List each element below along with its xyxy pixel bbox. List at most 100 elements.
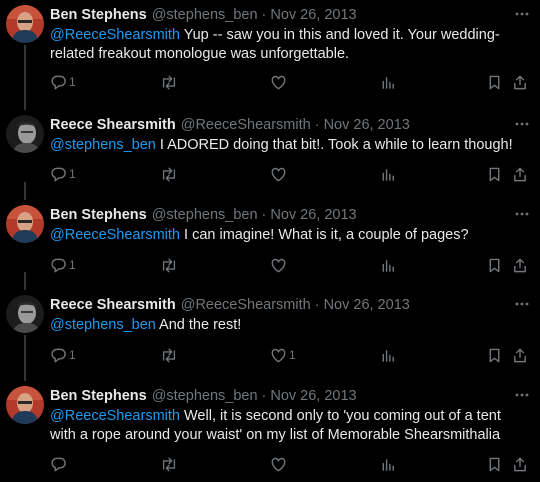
avatar-image [6,386,44,424]
avatar-ben-stephens[interactable] [6,205,44,243]
reply-icon [50,347,67,364]
reply-button[interactable] [50,454,69,474]
tweet-header: Reece Shearsmith @ReeceShearsmith · Nov … [50,296,410,314]
share-button[interactable] [512,72,528,92]
views-button[interactable] [380,255,396,275]
bookmark-icon [487,257,502,274]
share-icon [512,347,528,364]
share-icon [512,456,528,473]
reply-button[interactable]: 1 [50,164,76,184]
bookmark-button[interactable] [487,255,502,275]
author-name[interactable]: Ben Stephens [50,206,147,224]
mention-link[interactable]: @ReeceShearsmith [50,227,180,243]
reply-button[interactable]: 1 [50,72,76,92]
views-button[interactable] [380,454,396,474]
avatar-ben-stephens[interactable] [6,5,44,43]
bookmark-button[interactable] [487,454,502,474]
separator-dot: · [261,207,267,223]
thread-connector-line [24,335,26,381]
separator-dot: · [314,117,320,133]
share-button[interactable] [512,255,528,275]
author-name[interactable]: Ben Stephens [50,387,147,405]
author-name[interactable]: Reece Shearsmith [50,116,176,134]
views-chart-icon [380,456,396,473]
reply-button[interactable]: 1 [50,345,76,365]
like-button[interactable] [270,255,289,275]
share-button[interactable] [512,345,528,365]
more-options-icon[interactable] [514,6,530,22]
views-button[interactable] [380,345,396,365]
author-handle[interactable]: @stephens_ben [152,206,258,224]
author-name[interactable]: Ben Stephens [50,6,147,24]
avatar-ben-stephens[interactable] [6,386,44,424]
author-handle[interactable]: @ReeceShearsmith [181,116,311,134]
like-button[interactable] [270,72,289,92]
heart-icon [270,456,287,473]
separator-dot: · [314,297,320,313]
retweet-button[interactable] [160,255,178,275]
mention-link[interactable]: @ReeceShearsmith [50,408,180,424]
tweet-date[interactable]: Nov 26, 2013 [324,296,410,314]
bookmark-button[interactable] [487,72,502,92]
reply-count: 1 [69,348,76,362]
views-chart-icon [380,257,396,274]
tweet-date[interactable]: Nov 26, 2013 [270,6,356,24]
reply-count: 1 [69,167,76,181]
retweet-icon [160,456,178,473]
thread-connector-line [24,182,26,200]
thread-connector-line [24,45,26,91]
reply-count: 1 [69,75,76,89]
heart-icon [270,166,287,183]
author-name[interactable]: Reece Shearsmith [50,296,176,314]
tweet-2[interactable]: Reece Shearsmith @ReeceShearsmith · Nov … [0,91,540,201]
author-handle[interactable]: @stephens_ben [152,6,258,24]
avatar-image [6,205,44,243]
tweet-4[interactable]: Reece Shearsmith @ReeceShearsmith · Nov … [0,272,540,381]
avatar-reece-shearsmith[interactable] [6,295,44,333]
views-button[interactable] [380,164,396,184]
mention-link[interactable]: @stephens_ben [50,317,156,333]
retweet-button[interactable] [160,345,178,365]
author-handle[interactable]: @ReeceShearsmith [181,296,311,314]
mention-link[interactable]: @stephens_ben [50,137,156,153]
avatar-image [6,295,44,333]
share-button[interactable] [512,164,528,184]
reply-button[interactable]: 1 [50,255,76,275]
retweet-button[interactable] [160,454,178,474]
share-icon [512,166,528,183]
tweet-header: Ben Stephens @stephens_ben · Nov 26, 201… [50,206,357,224]
heart-icon [270,74,287,91]
tweet-1[interactable]: Ben Stephens @stephens_ben · Nov 26, 201… [0,0,540,91]
share-button[interactable] [512,454,528,474]
like-button[interactable] [270,454,289,474]
tweet-date[interactable]: Nov 26, 2013 [270,387,356,405]
conversation-thread: Ben Stephens @stephens_ben · Nov 26, 201… [0,0,540,482]
retweet-button[interactable] [160,72,178,92]
views-button[interactable] [380,72,396,92]
tweet-3[interactable]: Ben Stephens @stephens_ben · Nov 26, 201… [0,182,540,291]
tweet-text: @ReeceShearsmith I can imagine! What is … [50,226,520,245]
reply-count: 1 [69,258,76,272]
reply-icon [50,74,67,91]
like-button[interactable] [270,164,289,184]
tweet-date[interactable]: Nov 26, 2013 [270,206,356,224]
bookmark-button[interactable] [487,345,502,365]
author-handle[interactable]: @stephens_ben [152,387,258,405]
tweet-actions [50,454,540,474]
tweet-5[interactable]: Ben Stephens @stephens_ben · Nov 26, 201… [0,381,540,482]
separator-dot: · [261,388,267,404]
like-count: 1 [289,348,296,362]
tweet-date[interactable]: Nov 26, 2013 [324,116,410,134]
bookmark-button[interactable] [487,164,502,184]
reply-icon [50,166,67,183]
more-options-icon[interactable] [514,296,530,312]
like-button[interactable]: 1 [270,345,296,365]
avatar-reece-shearsmith[interactable] [6,115,44,153]
retweet-icon [160,347,178,364]
retweet-button[interactable] [160,164,178,184]
more-options-icon[interactable] [514,116,530,132]
more-options-icon[interactable] [514,206,530,222]
more-options-icon[interactable] [514,387,530,403]
tweet-actions: 1 [50,72,540,92]
mention-link[interactable]: @ReeceShearsmith [50,27,180,43]
